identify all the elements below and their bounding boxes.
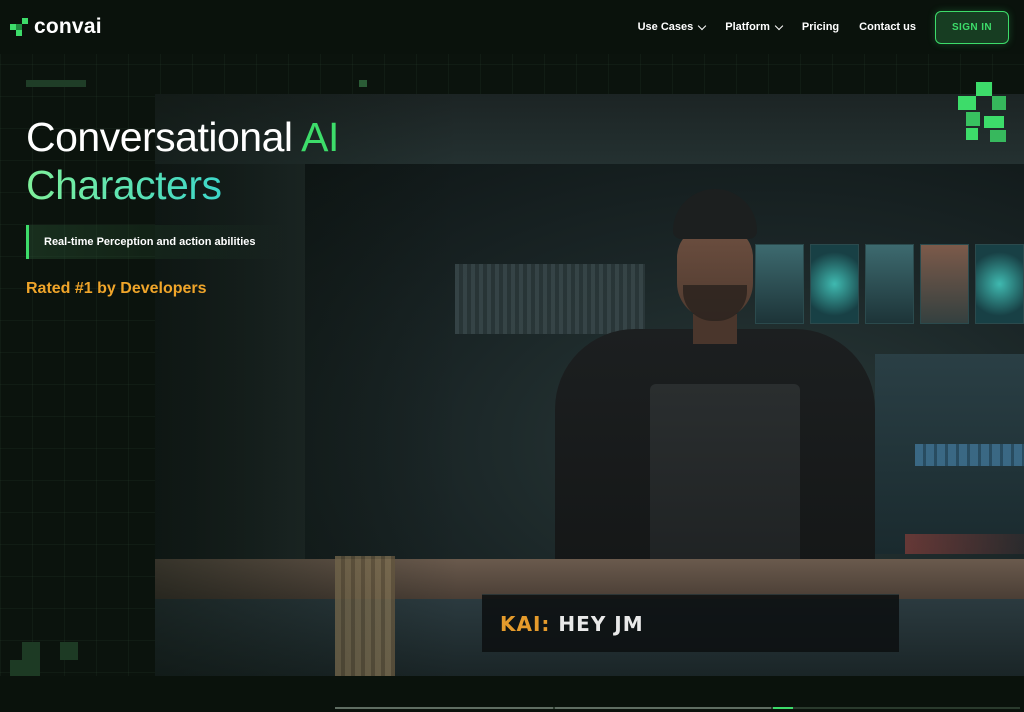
nav-platform-label: Platform (725, 21, 770, 33)
nav-use-cases-label: Use Cases (637, 21, 694, 33)
subtitle-speaker: KAI: (500, 611, 551, 636)
nav-pricing[interactable]: Pricing (802, 21, 839, 33)
site-header: convai Use Cases Platform Pricing Contac… (0, 0, 1024, 54)
carousel-active-segment[interactable] (773, 707, 793, 709)
chevron-down-icon (774, 21, 784, 30)
hero-title-line2: Characters (26, 162, 222, 208)
logo-text: convai (34, 15, 102, 38)
nav-contact-us[interactable]: Contact us (859, 21, 916, 33)
decorative-bar (26, 80, 86, 87)
carousel-segment[interactable] (555, 707, 771, 709)
nav-use-cases[interactable]: Use Cases (637, 21, 707, 33)
nav-contact-label: Contact us (859, 21, 916, 33)
chevron-down-icon (697, 21, 707, 30)
hero-title-part1: Conversational (26, 114, 302, 160)
sign-in-button[interactable]: SIGN IN (935, 11, 1009, 44)
nav-platform[interactable]: Platform (725, 21, 784, 33)
hero-tagline: Real-time Perception and action abilitie… (26, 225, 286, 259)
logo[interactable]: convai (10, 15, 102, 39)
subtitle-text: HEY JM (558, 611, 644, 636)
hero-title: Conversational AI Characters (26, 113, 406, 209)
nav-pricing-label: Pricing (801, 21, 840, 33)
convai-logo-icon (10, 18, 28, 36)
hero-title-ai: AI (301, 114, 339, 160)
decorative-corner (359, 80, 367, 87)
carousel-segment[interactable] (335, 707, 553, 709)
video-subtitle: KAI: HEY JM (482, 594, 899, 652)
rated-badge-text: Rated #1 by Developers (26, 280, 207, 297)
main-nav: Use Cases Platform Pricing Contact us (638, 0, 916, 54)
